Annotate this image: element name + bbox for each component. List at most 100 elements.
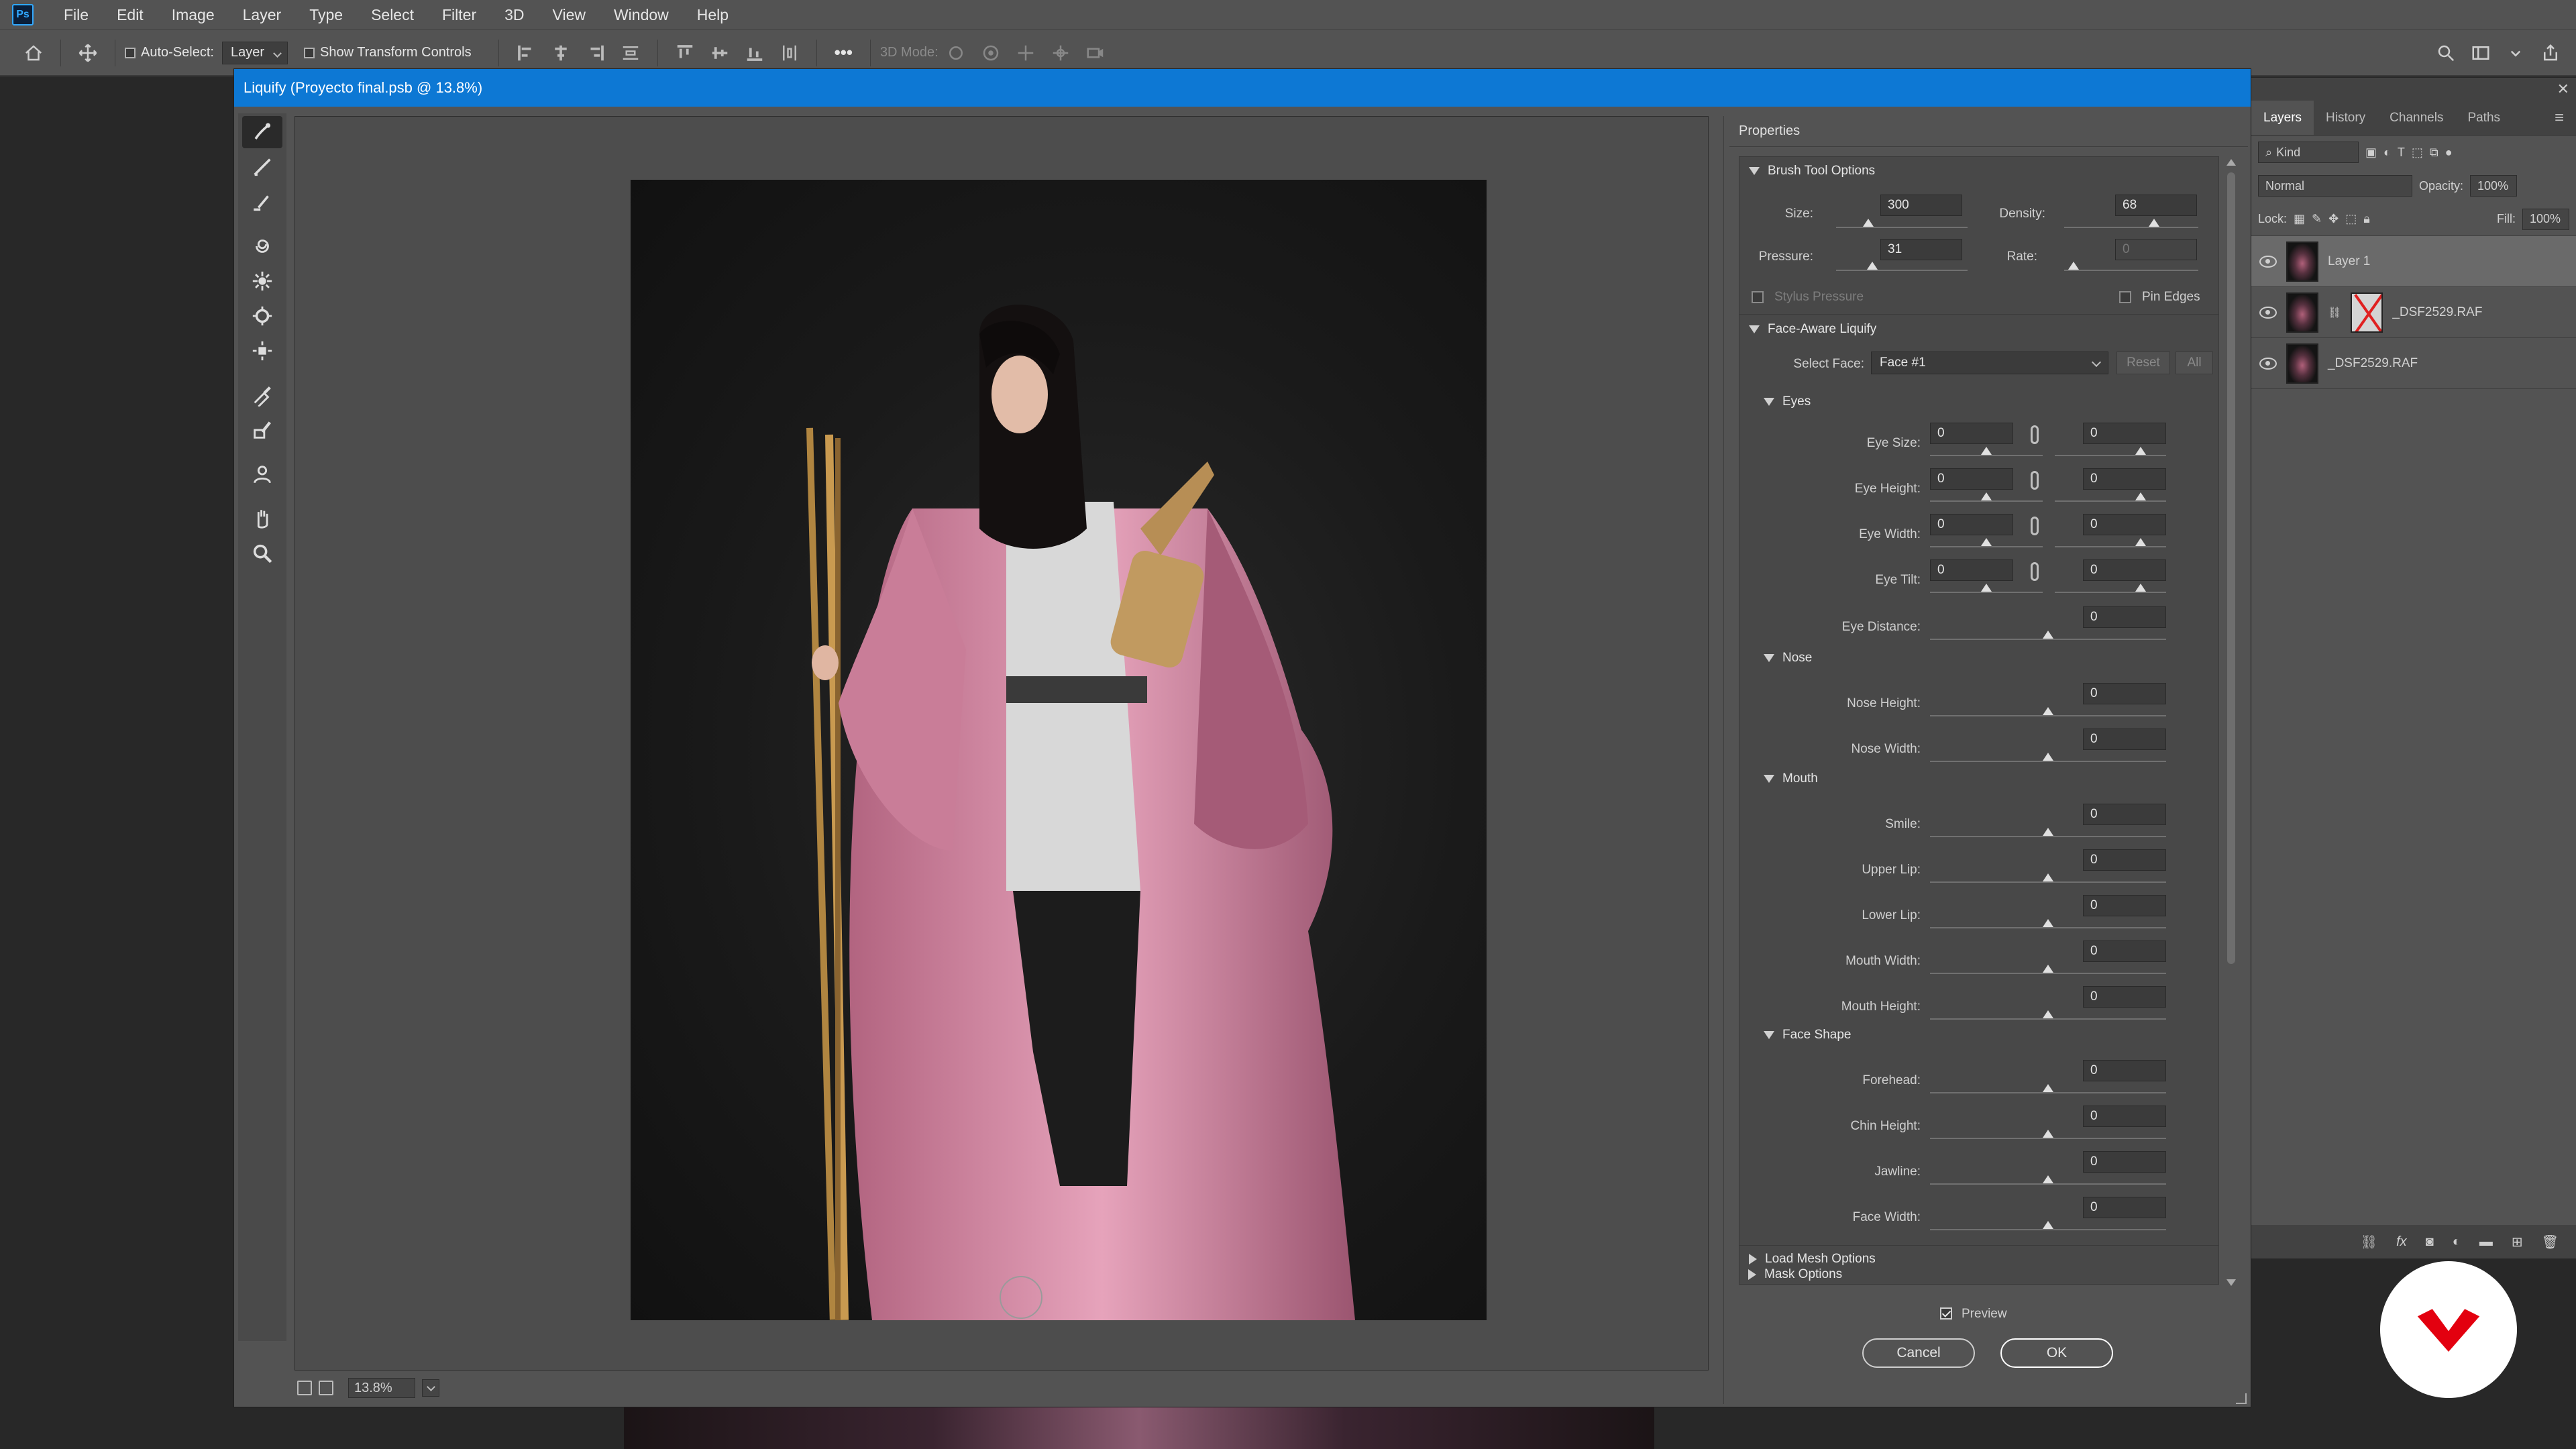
panel-menu-icon[interactable]: ≡ bbox=[2542, 101, 2576, 135]
nose-height-handle[interactable] bbox=[2043, 707, 2053, 715]
link-icon[interactable] bbox=[2031, 517, 2039, 535]
new-group-icon[interactable]: ▬ bbox=[2479, 1234, 2493, 1250]
more-options-icon[interactable]: ••• bbox=[835, 42, 853, 63]
pin-edges-checkbox[interactable] bbox=[2119, 291, 2131, 303]
eye-distance-handle[interactable] bbox=[2043, 631, 2053, 639]
eye-height-left-track[interactable] bbox=[1930, 500, 2043, 502]
nose-width-field[interactable]: 0 bbox=[2083, 729, 2166, 750]
distribute-icon[interactable] bbox=[617, 40, 644, 66]
search-icon[interactable] bbox=[2432, 40, 2459, 66]
resize-handle-icon[interactable] bbox=[2236, 1393, 2247, 1404]
3d-camera-icon[interactable] bbox=[1082, 40, 1109, 66]
face-width-track[interactable] bbox=[1930, 1229, 2166, 1230]
nose-section-header[interactable]: Nose bbox=[1764, 651, 1812, 665]
lock-artboard-icon[interactable]: ⬚ bbox=[2345, 212, 2357, 226]
mask-options-section-header[interactable]: Mask Options bbox=[1748, 1267, 1842, 1282]
size-slider-handle[interactable] bbox=[1863, 219, 1874, 227]
face-width-field[interactable]: 0 bbox=[2083, 1197, 2166, 1218]
select-face-dropdown[interactable]: Face #1 bbox=[1871, 352, 2108, 374]
new-layer-icon[interactable]: ⊞ bbox=[2512, 1234, 2523, 1250]
push-left-tool-icon[interactable] bbox=[242, 335, 282, 367]
menu-type[interactable]: Type bbox=[295, 6, 357, 24]
scroll-up-icon[interactable] bbox=[2226, 159, 2236, 166]
nose-width-track[interactable] bbox=[1930, 761, 2166, 762]
zoom-tool-icon[interactable] bbox=[242, 537, 282, 570]
adjustment-layer-icon[interactable]: ◐ bbox=[2453, 1234, 2461, 1250]
forehead-field[interactable]: 0 bbox=[2083, 1060, 2166, 1081]
face-tool-icon[interactable] bbox=[242, 458, 282, 490]
eye-tilt-right-handle[interactable] bbox=[2135, 584, 2146, 592]
filter-shape-icon[interactable]: ⬚ bbox=[2412, 146, 2423, 160]
mouth-height-track[interactable] bbox=[1930, 1018, 2166, 1020]
face-aware-section-header[interactable]: Face-Aware Liquify bbox=[1749, 322, 1876, 337]
smile-track[interactable] bbox=[1930, 836, 2166, 837]
lock-transparent-icon[interactable]: ▦ bbox=[2294, 212, 2305, 226]
add-mask-icon[interactable]: ◙ bbox=[2426, 1234, 2434, 1250]
cancel-button[interactable]: Cancel bbox=[1862, 1338, 1975, 1368]
forward-warp-tool-icon[interactable] bbox=[242, 116, 282, 148]
menu-3d[interactable]: 3D bbox=[490, 6, 538, 24]
link-icon[interactable] bbox=[2031, 425, 2039, 444]
smile-handle[interactable] bbox=[2043, 828, 2053, 836]
mouth-width-handle[interactable] bbox=[2043, 965, 2053, 973]
visibility-eye-icon[interactable] bbox=[2259, 255, 2277, 268]
fill-field[interactable]: 100% bbox=[2522, 208, 2569, 230]
eye-size-right-handle[interactable] bbox=[2135, 447, 2146, 455]
nose-height-track[interactable] bbox=[1930, 715, 2166, 716]
eyes-section-header[interactable]: Eyes bbox=[1764, 394, 1811, 409]
face-shape-section-header[interactable]: Face Shape bbox=[1764, 1028, 1851, 1042]
align-right-icon[interactable] bbox=[582, 40, 609, 66]
lower-lip-handle[interactable] bbox=[2043, 919, 2053, 927]
trash-icon[interactable]: 🗑︎ bbox=[2542, 1234, 2559, 1250]
chin-height-handle[interactable] bbox=[2043, 1130, 2053, 1138]
photoshop-logo-icon[interactable]: Ps bbox=[12, 4, 34, 25]
zoom-out-icon[interactable] bbox=[297, 1381, 312, 1395]
menu-help[interactable]: Help bbox=[683, 6, 743, 24]
filter-type-icon[interactable]: T bbox=[2398, 146, 2405, 160]
eye-width-right-track[interactable] bbox=[2055, 546, 2166, 547]
eye-height-right-field[interactable]: 0 bbox=[2083, 468, 2166, 490]
mouth-section-header[interactable]: Mouth bbox=[1764, 771, 1818, 786]
align-bottom-icon[interactable] bbox=[741, 40, 768, 66]
photo-preview[interactable] bbox=[631, 180, 1487, 1320]
filter-toggle-icon[interactable]: ● bbox=[2445, 146, 2453, 160]
rate-field[interactable]: 0 bbox=[2115, 239, 2197, 260]
load-mesh-section-header[interactable]: Load Mesh Options bbox=[1749, 1252, 1876, 1267]
ok-button[interactable]: OK bbox=[2000, 1338, 2113, 1368]
smooth-tool-icon[interactable] bbox=[242, 186, 282, 218]
eye-width-right-handle[interactable] bbox=[2135, 538, 2146, 546]
tab-layers[interactable]: Layers bbox=[2251, 101, 2314, 135]
filter-adjustment-icon[interactable]: ◐ bbox=[2383, 146, 2391, 160]
lower-lip-track[interactable] bbox=[1930, 927, 2166, 928]
eye-width-left-field[interactable]: 0 bbox=[1930, 514, 2013, 535]
eye-size-left-field[interactable]: 0 bbox=[1930, 423, 2013, 444]
menu-file[interactable]: File bbox=[50, 6, 103, 24]
hand-tool-icon[interactable] bbox=[242, 502, 282, 535]
3d-slide-icon[interactable] bbox=[1047, 40, 1074, 66]
distribute-vertical-icon[interactable] bbox=[776, 40, 803, 66]
rate-slider-handle[interactable] bbox=[2068, 262, 2079, 270]
opacity-field[interactable]: 100% bbox=[2470, 175, 2518, 197]
zoom-in-icon[interactable] bbox=[319, 1381, 333, 1395]
panel-collapse-icon[interactable]: ✕ bbox=[2557, 80, 2569, 98]
menu-select[interactable]: Select bbox=[357, 6, 428, 24]
3d-pan-icon[interactable] bbox=[1012, 40, 1039, 66]
chin-height-track[interactable] bbox=[1930, 1138, 2166, 1139]
eye-size-right-track[interactable] bbox=[2055, 455, 2166, 456]
fx-icon[interactable]: fx bbox=[2396, 1234, 2407, 1250]
all-button[interactable]: All bbox=[2176, 352, 2213, 374]
3d-orbit-icon[interactable] bbox=[943, 40, 969, 66]
align-left-icon[interactable] bbox=[513, 40, 539, 66]
link-layers-icon[interactable]: ⛓ bbox=[2361, 1234, 2377, 1250]
density-field[interactable]: 68 bbox=[2115, 195, 2197, 216]
eye-size-left-handle[interactable] bbox=[1981, 447, 1992, 455]
menu-view[interactable]: View bbox=[539, 6, 600, 24]
jawline-field[interactable]: 0 bbox=[2083, 1151, 2166, 1173]
mouth-height-handle[interactable] bbox=[2043, 1010, 2053, 1018]
face-width-handle[interactable] bbox=[2043, 1221, 2053, 1229]
show-transform-checkbox[interactable] bbox=[303, 47, 315, 58]
link-icon[interactable] bbox=[2031, 562, 2039, 581]
menu-layer[interactable]: Layer bbox=[229, 6, 296, 24]
layer-row[interactable]: ⛓ _DSF2529.RAF bbox=[2251, 287, 2576, 338]
lock-position-icon[interactable]: ✥ bbox=[2328, 212, 2339, 226]
